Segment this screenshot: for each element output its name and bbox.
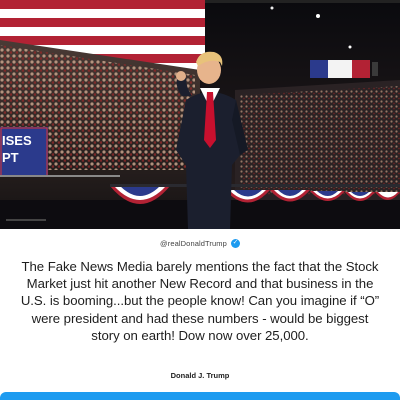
author-handle[interactable]: @realDonaldTrump [160,239,227,248]
post-signature: Donald J. Trump [170,371,230,380]
rally-sign-text: ISES PT [2,132,46,166]
sign-line-2: PT [2,150,19,165]
post-author-row: @realDonaldTrump ✓ [0,239,400,248]
bottom-accent-bar [0,392,400,400]
rally-photo-illustration [0,0,400,229]
verified-check-icon: ✓ [230,239,240,248]
sign-line-1: ISES [2,133,32,148]
rally-photo: ISES PT [0,0,400,229]
post-text: The Fake News Media barely mentions the … [20,259,380,343]
